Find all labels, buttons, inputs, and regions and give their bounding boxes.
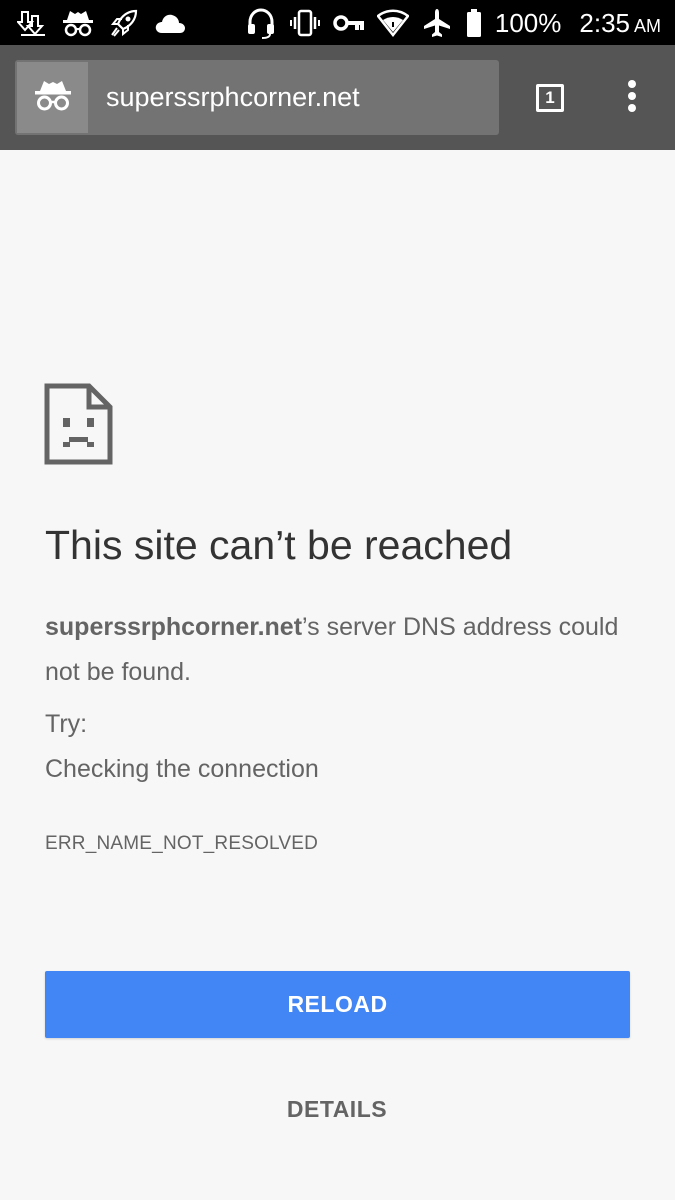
airplane-icon (421, 7, 453, 39)
incognito-icon (62, 7, 94, 39)
battery-icon (465, 7, 483, 39)
incognito-badge (17, 62, 88, 133)
incognito-icon (34, 77, 72, 118)
clock-time: 2:35 (579, 7, 630, 38)
page-title: This site can’t be reached (45, 522, 513, 568)
error-page: This site can’t be reached superssrphcor… (0, 150, 675, 1200)
clock: 2:35 AM (579, 8, 661, 39)
details-button[interactable]: DETAILS (237, 1087, 437, 1131)
url-text[interactable]: superssrphcorner.net (106, 60, 360, 135)
vibrate-icon (289, 7, 321, 39)
suggestion-item: Checking the connection (45, 755, 319, 783)
download-icon (16, 7, 48, 39)
omnibox[interactable]: superssrphcorner.net (15, 60, 499, 135)
sad-page-icon (44, 383, 113, 470)
rocket-icon (108, 7, 140, 39)
error-code: ERR_NAME_NOT_RESOLVED (45, 833, 319, 854)
status-bar: 100% 2:35 AM (0, 0, 675, 45)
clock-ampm: AM (634, 15, 661, 36)
cloud-icon (154, 7, 186, 39)
reload-button[interactable]: RELOAD (45, 971, 630, 1038)
tab-count: 1 (536, 84, 564, 112)
error-description: superssrphcorner.net’s server DNS addres… (45, 605, 635, 695)
vpn-key-icon (333, 7, 365, 39)
error-host: superssrphcorner.net (45, 613, 303, 641)
menu-button[interactable] (615, 75, 649, 121)
wifi-icon (376, 7, 409, 39)
tab-switcher-button[interactable]: 1 (533, 81, 567, 115)
browser-toolbar: superssrphcorner.net 1 (0, 45, 675, 150)
try-label: Try: (45, 710, 88, 738)
notification-icons (16, 6, 186, 40)
system-icons: 100% 2:35 AM (245, 6, 661, 40)
battery-percent: 100% (494, 7, 562, 38)
more-vert-icon (627, 79, 637, 118)
headset-icon (245, 7, 277, 39)
